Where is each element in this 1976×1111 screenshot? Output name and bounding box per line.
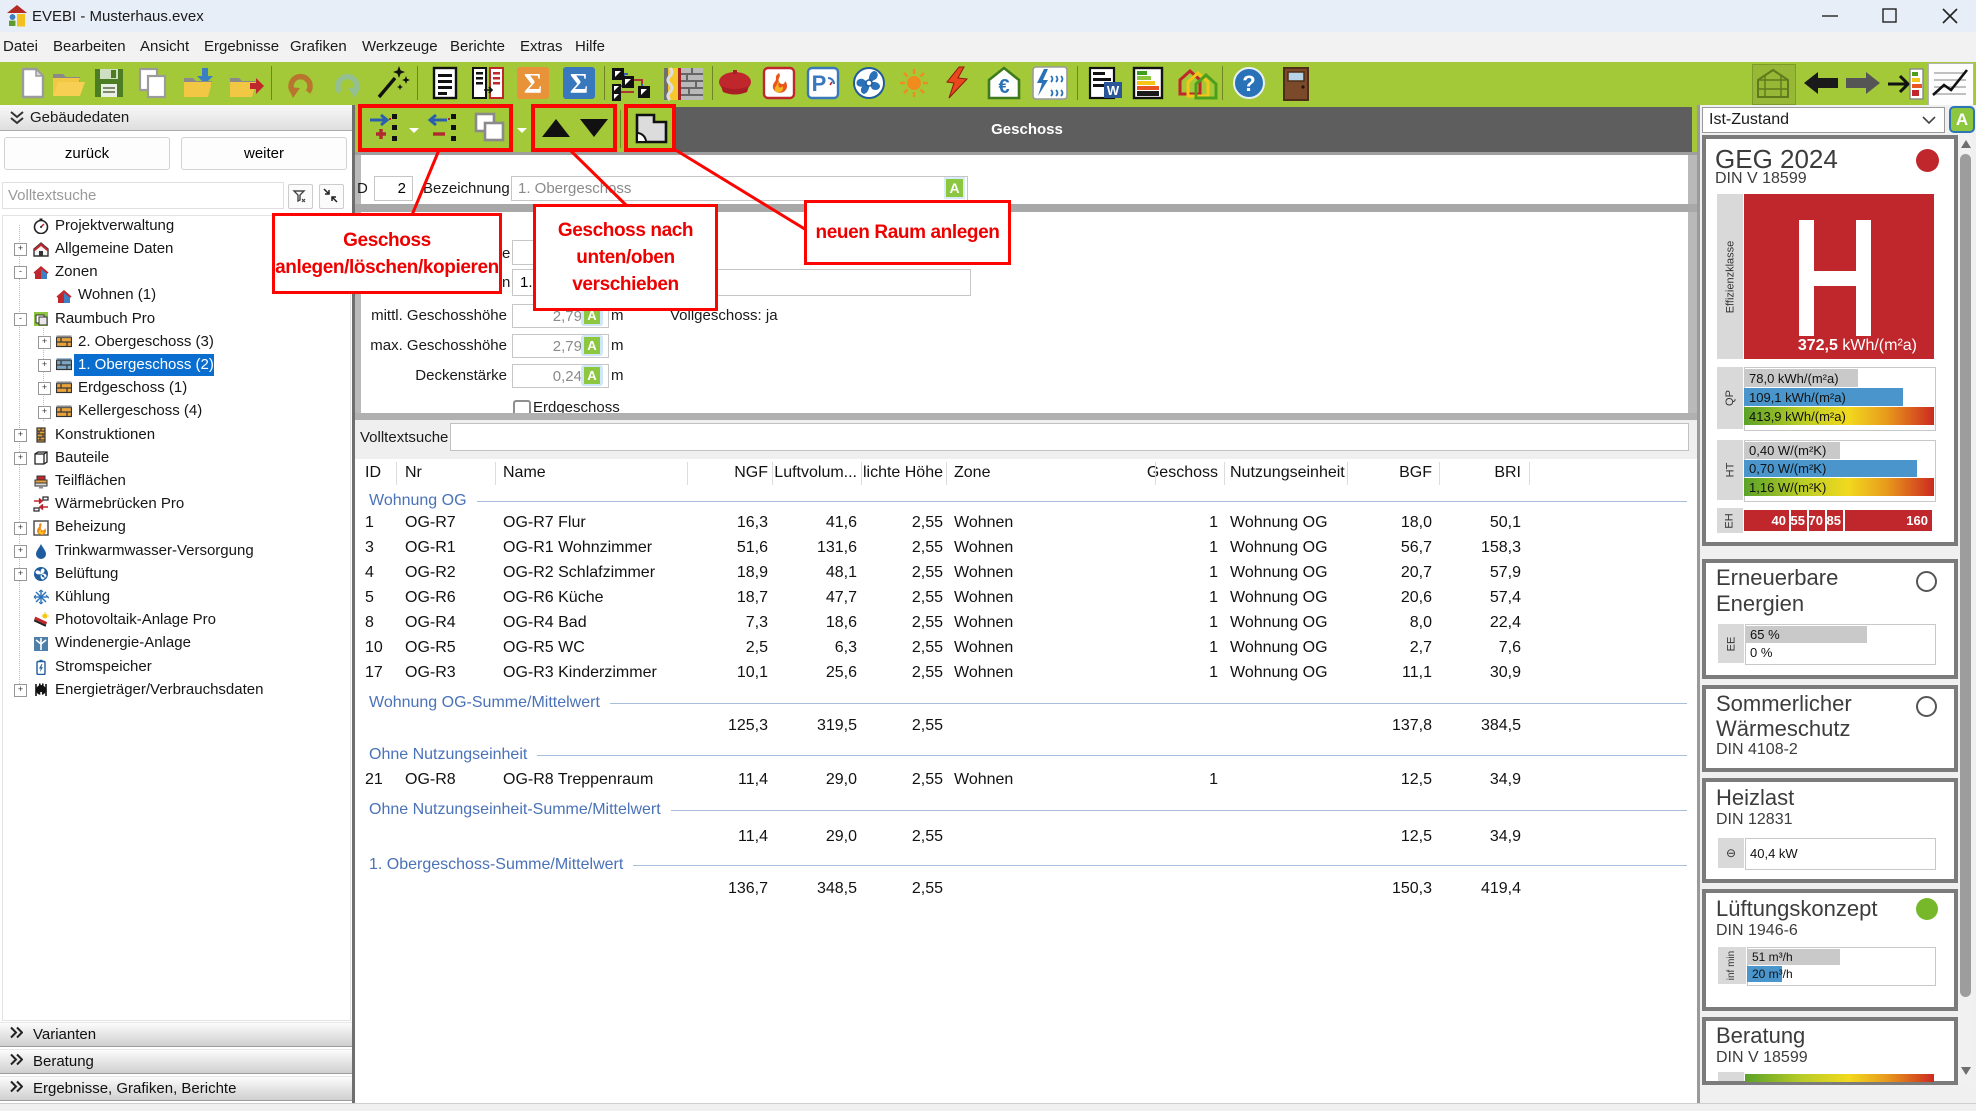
- svg-text:P: P: [812, 71, 827, 96]
- svg-text:W: W: [1107, 83, 1120, 98]
- svg-text:Σ: Σ: [570, 69, 588, 100]
- svg-text:Σ: Σ: [524, 69, 542, 100]
- svg-text:€: €: [998, 76, 1009, 98]
- svg-text:?: ?: [1242, 71, 1255, 96]
